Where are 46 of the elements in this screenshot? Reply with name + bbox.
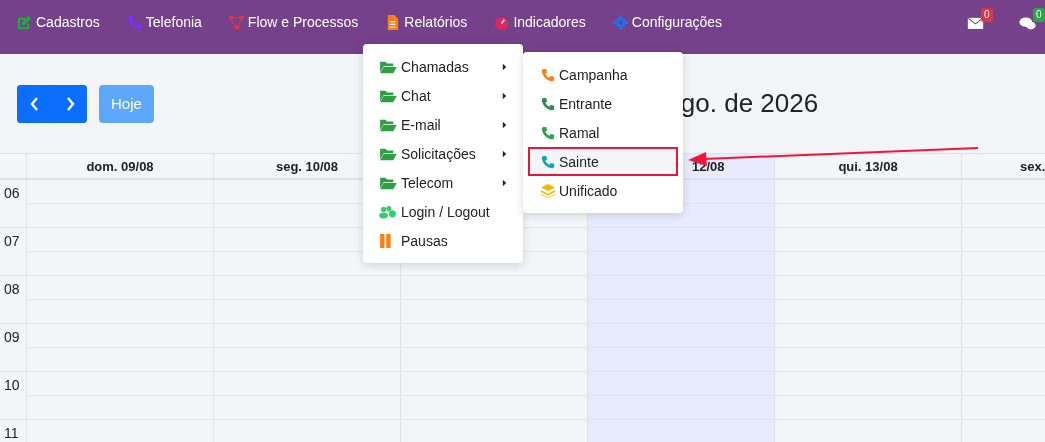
- hour-label: 11: [4, 425, 19, 441]
- notification-count: 0: [1033, 8, 1045, 22]
- submenu-item[interactable]: Campanha: [528, 60, 678, 89]
- menu-item[interactable]: Chat: [363, 81, 523, 110]
- day-header: dom. 09/08: [86, 158, 154, 174]
- caret-icon: [502, 149, 507, 158]
- menu-item[interactable]: Login / Logout: [363, 197, 523, 226]
- folder-icon: [379, 117, 397, 132]
- nav-menu-item[interactable]: Cadastros: [17, 14, 100, 30]
- nav-menu-item[interactable]: Flow e Processos: [228, 14, 359, 30]
- chevron-right-icon: [64, 95, 75, 112]
- nav-menu-item[interactable]: Telefonia: [126, 14, 202, 30]
- day-header: qui. 13/08: [838, 158, 898, 174]
- hour-label: 08: [4, 281, 20, 297]
- submenu-item[interactable]: Sainte: [528, 147, 678, 176]
- chevron-left-icon: [29, 95, 40, 112]
- nav-menu-item[interactable]: Relatórios: [385, 14, 468, 30]
- caret-icon: [502, 62, 507, 71]
- caret-icon: [502, 120, 507, 129]
- submenu-item[interactable]: Entrante: [528, 89, 678, 118]
- submenu-item[interactable]: Unificado: [528, 176, 678, 205]
- hour-label: 10: [4, 377, 20, 393]
- caret-icon: [502, 178, 507, 187]
- calendar-title: go. de 2026: [680, 88, 819, 119]
- caret-icon: [502, 91, 507, 100]
- menu-item[interactable]: E-mail: [363, 110, 523, 139]
- folder-icon: [379, 59, 397, 74]
- nav-menu-item[interactable]: Indicadores: [494, 14, 586, 30]
- day-header: sex.: [1020, 158, 1045, 174]
- notification-count: 0: [981, 8, 993, 22]
- hour-label: 09: [4, 329, 20, 345]
- envelope-icon[interactable]: [967, 16, 984, 30]
- menu-item[interactable]: Solicitações: [363, 139, 523, 168]
- menu-item[interactable]: Telecom: [363, 168, 523, 197]
- folder-icon: [379, 175, 397, 190]
- menu-item[interactable]: Pausas: [363, 226, 523, 255]
- folder-icon: [379, 88, 397, 103]
- users-icon: [379, 204, 397, 219]
- hour-label: 07: [4, 233, 20, 249]
- folder-icon: [379, 146, 397, 161]
- hour-label: 06: [4, 185, 20, 201]
- chat-bubbles-icon[interactable]: [1019, 16, 1036, 30]
- day-header: seg. 10/08: [275, 158, 339, 174]
- nav-menu-item[interactable]: Configurações: [612, 14, 723, 30]
- menu-item[interactable]: Chamadas: [363, 52, 523, 81]
- submenu-item[interactable]: Ramal: [528, 118, 678, 147]
